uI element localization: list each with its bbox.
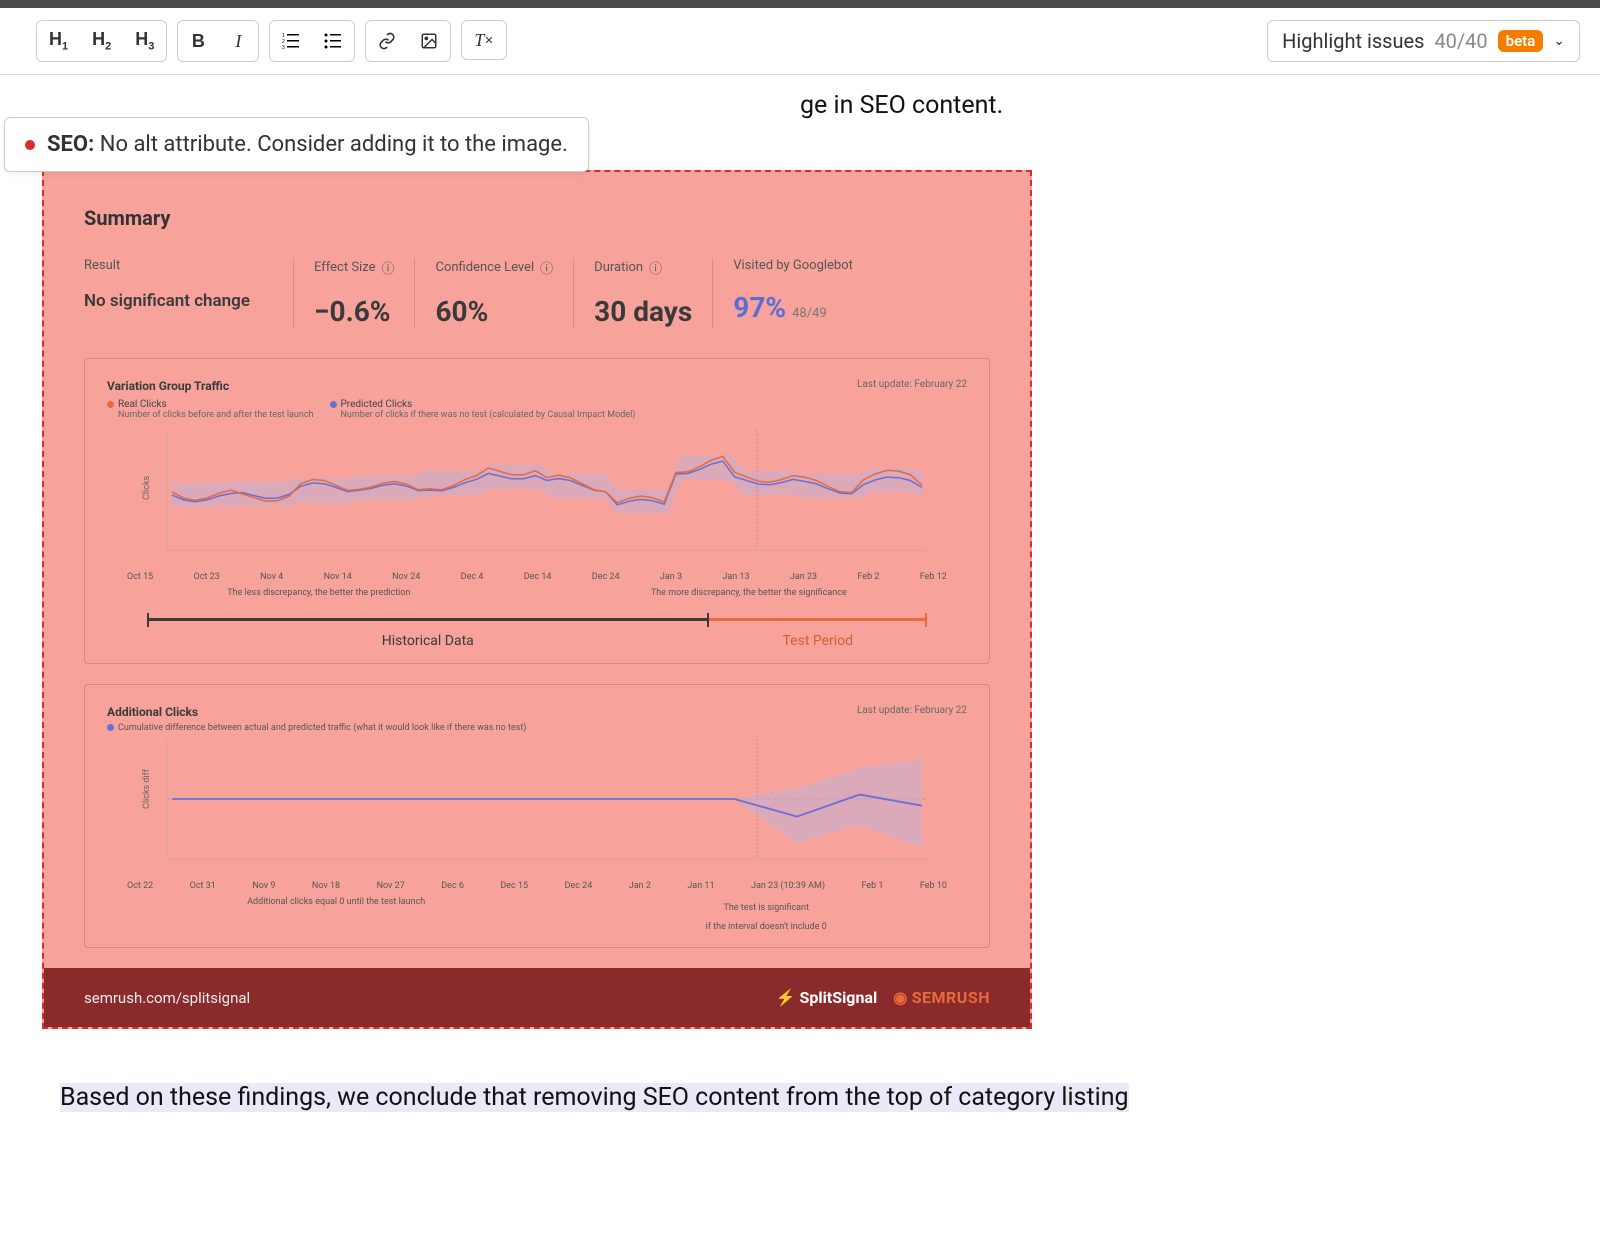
chart2-note-right-2: if the interval doesn't include 0 [706, 922, 827, 932]
format-group: B I [177, 20, 259, 62]
editor-toolbar: H1 H2 H3 B I 123 T✕ High [0, 8, 1600, 75]
chart2-title: Additional Clicks [107, 705, 526, 719]
legend-real: Real Clicks [118, 399, 167, 410]
legend-pred-sub: Number of clicks if there was no test (c… [341, 410, 636, 420]
legend-pred: Predicted Clicks [341, 399, 413, 410]
issue-count: 40/40 [1434, 29, 1487, 53]
body-paragraph: Based on these findings, we conclude tha… [60, 1079, 1540, 1117]
tooltip-tag: SEO: [47, 132, 94, 157]
chart2-note-left: Additional clicks equal 0 until the test… [247, 897, 425, 933]
link-button[interactable] [366, 21, 408, 61]
ordered-list-button[interactable]: 123 [270, 21, 312, 61]
test-period-label: Test Period [709, 618, 927, 649]
chart1-title: Variation Group Traffic [107, 379, 635, 393]
googlebot-label: Visited by Googlebot [733, 258, 853, 273]
svg-text:Clicks diff: Clicks diff [142, 768, 152, 809]
googlebot-sub: 48/49 [792, 306, 827, 321]
italic-button[interactable]: I [218, 21, 258, 61]
heading-group: H1 H2 H3 [36, 20, 167, 62]
semrush-logo: SEMRUSH [893, 988, 990, 1007]
seo-issue-tooltip: SEO: No alt attribute. Consider adding i… [4, 117, 589, 172]
body-text-highlighted: Based on these findings, we conclude tha… [60, 1083, 1129, 1112]
googlebot-value: 97% [733, 291, 786, 324]
highlight-label: Highlight issues [1282, 29, 1424, 53]
chart1-note-right: The more discrepancy, the better the sig… [651, 588, 847, 598]
chart1-note-left: The less discrepancy, the better the pre… [227, 588, 410, 598]
error-dot-icon [25, 140, 35, 150]
chart2-svg: Clicks diff [107, 739, 967, 879]
chart2-note-right-1: The test is significant [723, 903, 809, 913]
list-group: 123 [269, 20, 355, 62]
duration-value: 30 days [594, 295, 692, 328]
result-label: Result [84, 258, 273, 273]
tooltip-message: No alt attribute. Consider adding it to … [100, 132, 568, 157]
summary-heading: Summary [84, 206, 990, 230]
result-value: No significant change [84, 291, 273, 311]
image-footer: semrush.com/splitsignal SplitSignal SEMR… [44, 968, 1030, 1027]
confidence-label: Confidence Level [435, 260, 534, 275]
insert-group [365, 20, 451, 62]
image-with-issue[interactable]: Summary Result No significant change Eff… [42, 170, 1032, 1029]
confidence-value: 60% [435, 295, 553, 328]
partial-paragraph: ge in SEO content. [800, 91, 1540, 120]
chart1-xticks: Oct 15Oct 23Nov 4Nov 14Nov 24Dec 4Dec 14… [107, 570, 967, 582]
legend-dot-pred [330, 401, 337, 408]
legend-dot-real [107, 401, 114, 408]
footer-url: semrush.com/splitsignal [84, 989, 250, 1007]
chevron-down-icon: ⌄ [1553, 33, 1565, 49]
chart2-xticks: Oct 22Oct 31Nov 9Nov 18Nov 27Dec 6Dec 15… [107, 879, 967, 891]
legend-dot-cum [107, 724, 114, 731]
chart2-subtitle: Cumulative difference between actual and… [118, 723, 526, 733]
info-icon: ⓘ [649, 258, 662, 277]
metrics-row: Result No significant change Effect Size… [84, 258, 990, 328]
chart1-timeline: Historical Data Test Period [147, 618, 927, 649]
duration-label: Duration [594, 260, 643, 275]
editor-body[interactable]: SEO: No alt attribute. Consider adding i… [0, 91, 1600, 1157]
h1-button[interactable]: H1 [37, 21, 80, 61]
chart1-last-update: Last update: February 22 [857, 379, 967, 390]
effect-label: Effect Size [314, 260, 375, 275]
svg-text:Clicks: Clicks [142, 475, 152, 500]
unordered-list-button[interactable] [312, 21, 354, 61]
traffic-chart-card: Variation Group Traffic Real ClicksNumbe… [84, 358, 990, 664]
clear-format-button[interactable]: T✕ [461, 20, 506, 60]
chart2-last-update: Last update: February 22 [857, 705, 967, 716]
highlight-issues-dropdown[interactable]: Highlight issues 40/40 beta ⌄ [1267, 20, 1580, 62]
historical-data-label: Historical Data [147, 618, 709, 649]
effect-value: −0.6% [314, 295, 394, 328]
info-icon: ⓘ [381, 258, 394, 277]
image-button[interactable] [408, 21, 450, 61]
beta-badge: beta [1498, 30, 1544, 52]
additional-clicks-card: Additional Clicks Cumulative difference … [84, 684, 990, 948]
svg-text:3: 3 [282, 45, 285, 50]
bold-button[interactable]: B [178, 21, 218, 61]
info-icon: ⓘ [540, 258, 553, 277]
h2-button[interactable]: H2 [80, 21, 123, 61]
splitsignal-logo: SplitSignal [776, 988, 878, 1007]
legend-real-sub: Number of clicks before and after the te… [118, 410, 314, 420]
chart1-svg: Clicks [107, 430, 967, 570]
h3-button[interactable]: H3 [123, 21, 166, 61]
